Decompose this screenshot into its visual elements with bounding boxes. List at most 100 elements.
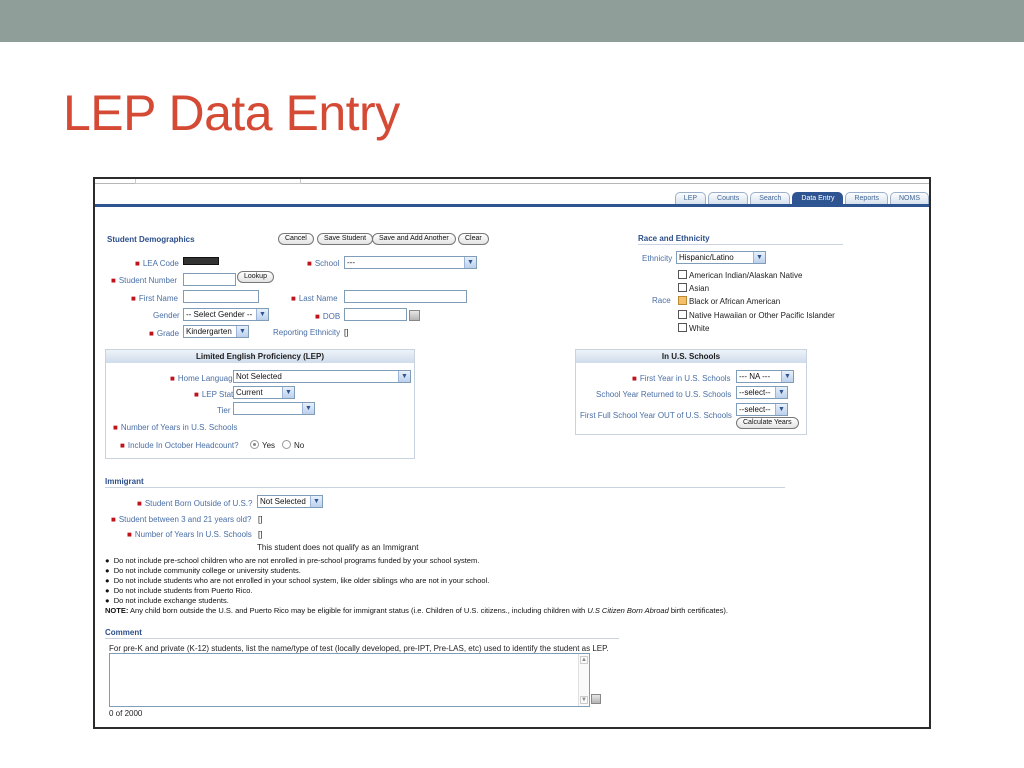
race-checkbox-asian[interactable]	[678, 283, 687, 292]
chevron-down-icon: ▼	[398, 371, 410, 382]
immigrant-years-value: []	[258, 530, 263, 539]
slide-top-bar	[0, 0, 1024, 42]
chevron-down-icon: ▼	[310, 496, 322, 507]
required-marker: ■	[194, 390, 199, 399]
character-counter: 0 of 2000	[109, 709, 143, 718]
us-schools-panel-title: In U.S. Schools	[576, 350, 806, 363]
app-screenshot: LEP Counts Search Data Entry Reports NOM…	[93, 177, 931, 729]
scrollbar[interactable]: ▲ ▼	[578, 654, 589, 706]
chevron-down-icon: ▼	[236, 326, 248, 337]
chevron-down-icon: ▼	[282, 387, 294, 398]
born-outside-select[interactable]: Not Selected ▼	[257, 495, 323, 508]
immigrant-note: NOTE: Any child born outside the U.S. an…	[105, 606, 728, 615]
lea-code-label: ■ LEA Code	[135, 259, 179, 268]
lep-status-select[interactable]: Current ▼	[233, 386, 295, 399]
chevron-down-icon: ▼	[753, 252, 765, 263]
tab-counts[interactable]: Counts	[708, 192, 749, 204]
slide-title: LEP Data Entry	[63, 85, 400, 141]
cancel-button[interactable]: Cancel	[278, 233, 314, 245]
year-out-select[interactable]: --select-- ▼	[736, 403, 788, 416]
school-label: ■ School	[307, 259, 340, 268]
lookup-button[interactable]: Lookup	[237, 271, 274, 283]
last-name-input[interactable]	[344, 290, 467, 303]
october-yes-label: Yes	[262, 441, 276, 450]
required-marker: ■	[135, 259, 140, 268]
section-divider	[105, 487, 785, 488]
calculate-years-button[interactable]: Calculate Years	[736, 417, 799, 429]
save-and-add-another-button[interactable]: Save and Add Another	[372, 233, 456, 245]
born-outside-label: ■ Student Born Outside of U.S.?	[137, 499, 253, 508]
tab-search[interactable]: Search	[750, 192, 791, 204]
save-student-button[interactable]: Save Student	[317, 233, 374, 245]
race-checkbox-black[interactable]	[678, 296, 687, 305]
section-title-comment: Comment	[105, 628, 142, 637]
grade-select[interactable]: Kindergarten ▼	[183, 325, 249, 338]
ethnicity-select[interactable]: Hispanic/Latino ▼	[676, 251, 766, 264]
school-select[interactable]: --- ▼	[344, 256, 477, 269]
year-returned-select[interactable]: --select-- ▼	[736, 386, 788, 399]
october-yes-radio[interactable]	[250, 440, 259, 449]
last-name-label: ■ Last Name	[291, 294, 338, 303]
required-marker: ■	[127, 530, 132, 539]
tier-select[interactable]: ▼	[233, 402, 315, 415]
lep-panel-title: Limited English Proficiency (LEP)	[106, 350, 414, 363]
age-range-value: []	[258, 515, 263, 524]
tab-data-entry[interactable]: Data Entry	[792, 192, 844, 204]
section-divider	[105, 638, 619, 639]
scroll-up-icon[interactable]: ▲	[580, 656, 588, 664]
required-marker: ■	[111, 276, 116, 285]
section-title-race: Race and Ethnicity	[638, 234, 710, 243]
top-strip-tab	[135, 179, 301, 184]
tab-lep[interactable]: LEP	[674, 192, 707, 204]
first-year-select[interactable]: --- NA --- ▼	[736, 370, 794, 383]
race-option-label: Asian	[689, 284, 710, 293]
student-number-input[interactable]	[183, 273, 236, 286]
race-option-label: American Indian/Alaskan Native	[689, 271, 803, 280]
comment-textarea[interactable]: ▲ ▼	[109, 653, 590, 707]
reporting-ethnicity-label: Reporting Ethnicity	[273, 328, 341, 337]
race-checkbox-white[interactable]	[678, 323, 687, 332]
tab-reports[interactable]: Reports	[845, 192, 888, 204]
chevron-down-icon: ▼	[464, 257, 476, 268]
chevron-down-icon: ▼	[256, 309, 268, 320]
nav-tabs: LEP Counts Search Data Entry Reports NOM…	[673, 192, 929, 204]
first-name-input[interactable]	[183, 290, 259, 303]
required-marker: ■	[111, 515, 116, 524]
immigrant-years-label: ■ Number of Years In U.S. Schools	[127, 530, 252, 539]
year-returned-label: School Year Returned to U.S. Schools	[596, 390, 732, 399]
gender-select[interactable]: -- Select Gender -- ▼	[183, 308, 269, 321]
scroll-down-icon[interactable]: ▼	[580, 696, 588, 704]
race-option-label: Native Hawaiian or Other Pacific Islande…	[689, 311, 835, 320]
tab-noms[interactable]: NOMS	[890, 192, 929, 204]
year-out-label: First Full School Year OUT of U.S. Schoo…	[580, 411, 732, 420]
clear-button[interactable]: Clear	[458, 233, 489, 245]
chevron-down-icon: ▼	[775, 387, 787, 398]
lea-code-value	[183, 257, 219, 265]
race-checkbox-american-indian[interactable]	[678, 270, 687, 279]
immigrant-rule: ● Do not include students from Puerto Ri…	[105, 586, 253, 595]
first-year-label: ■ First Year in U.S. Schools	[632, 374, 731, 383]
october-no-radio[interactable]	[282, 440, 291, 449]
home-language-select[interactable]: Not Selected ▼	[233, 370, 411, 383]
spellcheck-icon[interactable]	[591, 694, 601, 704]
ethnicity-label: Ethnicity	[642, 254, 673, 263]
immigrant-qualify-text: This student does not qualify as an Immi…	[257, 543, 419, 552]
student-number-label: ■ Student Number	[111, 276, 178, 285]
immigrant-rule: ● Do not include students who are not en…	[105, 576, 490, 585]
section-title-immigrant: Immigrant	[105, 477, 144, 486]
header-divider	[95, 204, 929, 207]
age-range-label: ■ Student between 3 and 21 years old?	[111, 515, 252, 524]
chevron-down-icon: ▼	[302, 403, 314, 414]
lep-panel: Limited English Proficiency (LEP) ■ Home …	[105, 349, 415, 459]
required-marker: ■	[632, 374, 637, 383]
race-option-label: Black or African American	[689, 297, 781, 306]
required-marker: ■	[137, 499, 142, 508]
grade-label: ■ Grade	[149, 329, 180, 338]
required-marker: ■	[149, 329, 154, 338]
required-marker: ■	[131, 294, 136, 303]
calendar-icon[interactable]	[409, 310, 420, 321]
race-option-label: White	[689, 324, 710, 333]
race-checkbox-native-hawaiian[interactable]	[678, 310, 687, 319]
years-in-us-label: ■ Number of Years in U.S. Schools	[113, 423, 238, 432]
dob-input[interactable]	[344, 308, 407, 321]
